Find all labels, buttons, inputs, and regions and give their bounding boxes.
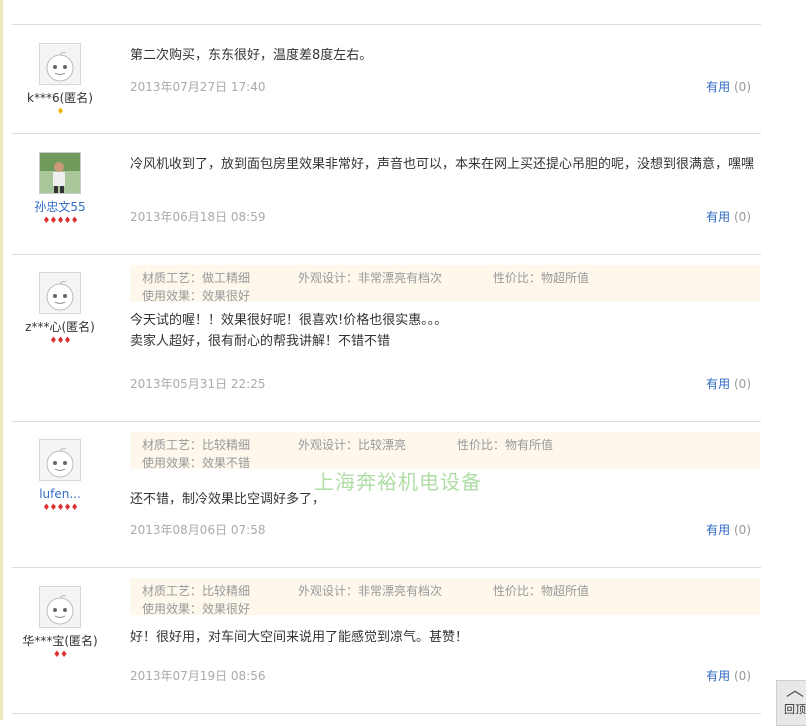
review-user: k***6(匿名) ♦	[12, 43, 108, 118]
review-date: 2013年07月19日 08:56	[130, 669, 266, 683]
default-avatar-icon[interactable]	[39, 43, 81, 85]
user-name-link[interactable]: lufen...	[12, 487, 108, 501]
attr-value: 性价比：物超所值	[493, 584, 590, 598]
default-avatar-icon[interactable]	[39, 439, 81, 481]
review-item: lufen... ♦♦♦♦♦ 材质工艺：比较精细 外观设计：比较漂亮 性价比：物…	[12, 422, 761, 568]
rating-attributes: 材质工艺：比较精细 外观设计：非常漂亮有档次 性价比：物超所值 使用效果：效果很…	[130, 578, 760, 616]
user-name: k***6(匿名)	[27, 91, 93, 105]
user-level-gem-icon: ♦♦♦	[49, 336, 71, 346]
review-item: 华***宝(匿名) ♦♦ 材质工艺：比较精细 外观设计：非常漂亮有档次 性价比：…	[12, 568, 761, 714]
review-date: 2013年07月27日 17:40	[130, 80, 266, 94]
rating-attributes: 材质工艺：做工精细 外观设计：非常漂亮有档次 性价比：物超所值 使用效果：效果很…	[130, 265, 760, 303]
useful-button[interactable]: 有用 (0)	[706, 208, 751, 225]
attr-material: 材质工艺：比较精细	[142, 584, 251, 598]
user-name: z***心(匿名)	[25, 320, 95, 334]
review-item: k***6(匿名) ♦ 第二次购买，东东很好，温度差8度左右。 2013年07月…	[12, 25, 761, 134]
useful-button[interactable]: 有用 (0)	[706, 667, 751, 684]
user-level-gem-icon: ♦♦♦♦♦	[42, 216, 78, 226]
useful-label[interactable]: 有用	[706, 377, 730, 391]
user-level-gem-icon: ♦♦	[52, 650, 68, 660]
useful-count: (0)	[734, 523, 751, 537]
attr-effect: 使用效果：效果很好	[142, 289, 251, 303]
useful-count: (0)	[734, 669, 751, 683]
chevron-up-icon: ︿	[786, 680, 804, 701]
attr-value: 性价比：物有所值	[457, 438, 554, 452]
review-date: 2013年05月31日 22:25	[130, 377, 266, 391]
useful-label[interactable]: 有用	[706, 80, 730, 94]
useful-count: (0)	[734, 80, 751, 94]
attr-value: 性价比：物超所值	[493, 271, 590, 285]
left-border	[0, 0, 3, 720]
attr-appearance: 外观设计：非常漂亮有档次	[298, 271, 443, 285]
back-to-top-button[interactable]: ︿ 回顶	[776, 680, 806, 726]
user-name-link[interactable]: 孙忠文55	[12, 200, 108, 214]
review-user: z***心(匿名) ♦♦♦	[12, 272, 108, 347]
attr-effect: 使用效果：效果很好	[142, 602, 251, 616]
review-text-line: 今天试的喔！！效果很好呢！很喜欢!价格也很实惠。。。	[130, 313, 448, 328]
user-photo-avatar[interactable]	[39, 152, 81, 194]
useful-label[interactable]: 有用	[706, 669, 730, 683]
default-avatar-icon[interactable]	[39, 272, 81, 314]
store-watermark: 上海奔裕机电设备	[314, 470, 482, 494]
review-text: 第二次购买，东东很好，温度差8度左右。	[130, 48, 373, 63]
default-avatar-icon[interactable]	[39, 586, 81, 628]
back-to-top-label: 回顶	[784, 703, 806, 716]
user-level-gem-icon: ♦♦♦♦♦	[42, 503, 78, 513]
useful-button[interactable]: 有用 (0)	[706, 78, 751, 95]
review-item: z***心(匿名) ♦♦♦ 材质工艺：做工精细 外观设计：非常漂亮有档次 性价比…	[12, 255, 761, 422]
review-user: 华***宝(匿名) ♦♦	[12, 586, 108, 661]
rating-attributes: 材质工艺：比较精细 外观设计：比较漂亮 性价比：物有所值 使用效果：效果不错	[130, 432, 760, 470]
review-user: lufen... ♦♦♦♦♦	[12, 439, 108, 514]
useful-button[interactable]: 有用 (0)	[706, 375, 751, 392]
attr-effect: 使用效果：效果不错	[142, 456, 251, 470]
attr-appearance: 外观设计：非常漂亮有档次	[298, 584, 443, 598]
attr-material: 材质工艺：比较精细	[142, 438, 251, 452]
review-content: 材质工艺：比较精细 外观设计：非常漂亮有档次 性价比：物超所值 使用效果：效果很…	[130, 578, 760, 648]
useful-label[interactable]: 有用	[706, 523, 730, 537]
review-date: 2013年06月18日 08:59	[130, 210, 266, 224]
review-date: 2013年08月06日 07:58	[130, 523, 266, 537]
useful-button[interactable]: 有用 (0)	[706, 521, 751, 538]
attr-material: 材质工艺：做工精细	[142, 271, 251, 285]
review-user: 孙忠文55 ♦♦♦♦♦	[12, 152, 108, 227]
attr-appearance: 外观设计：比较漂亮	[298, 438, 407, 452]
user-name: 华***宝(匿名)	[22, 634, 98, 648]
user-level-gem-icon: ♦	[56, 107, 64, 117]
review-content: 第二次购买，东东很好，温度差8度左右。	[130, 45, 760, 66]
review-content: 冷风机收到了，放到面包房里效果非常好，声音也可以，本来在网上买还提心吊胆的呢，没…	[130, 154, 760, 175]
useful-label[interactable]: 有用	[706, 210, 730, 224]
review-text: 好！很好用，对车间大空间来说用了能感觉到凉气。甚赞！	[130, 630, 469, 645]
review-text-line: 卖家人超好，很有耐心的帮我讲解！不错不错	[130, 334, 391, 349]
review-item: 孙忠文55 ♦♦♦♦♦ 冷风机收到了，放到面包房里效果非常好，声音也可以，本来在…	[12, 134, 761, 255]
review-text: 冷风机收到了，放到面包房里效果非常好，声音也可以，本来在网上买还提心吊胆的呢，没…	[130, 157, 755, 172]
useful-count: (0)	[734, 210, 751, 224]
useful-count: (0)	[734, 377, 751, 391]
review-content: 材质工艺：做工精细 外观设计：非常漂亮有档次 性价比：物超所值 使用效果：效果很…	[130, 265, 760, 352]
